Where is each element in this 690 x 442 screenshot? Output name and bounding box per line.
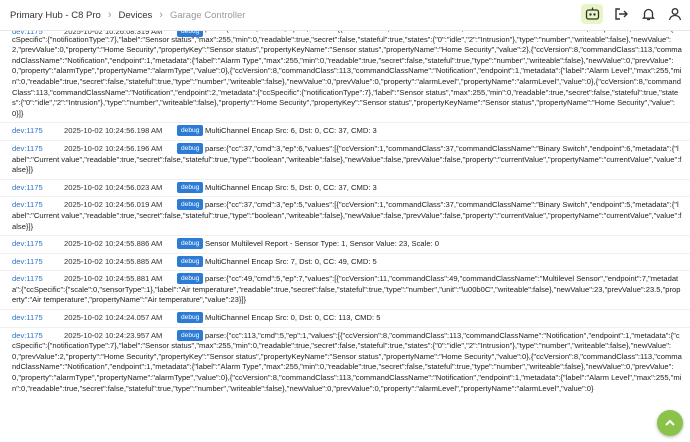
log-level-badge: debug	[177, 238, 204, 250]
log-entry: dev:1175 2025-10-02 10:24:55.885 AM debug M…	[0, 252, 690, 271]
logout-icon[interactable]	[612, 5, 630, 23]
log-entry: dev:1175 2025-10-02 10:26:08.319 AM debugp…	[0, 30, 690, 122]
log-source-link[interactable]: dev:1175	[12, 313, 43, 324]
log-entry: dev:1175 2025-10-02 10:24:23.957 AM debug p…	[0, 326, 690, 398]
log-entry: dev:1175 2025-10-02 10:24:56.198 AM debug M…	[0, 122, 690, 140]
bell-icon[interactable]	[639, 5, 657, 23]
log-timestamp: 2025-10-02 10:24:56.019 AM	[64, 200, 163, 210]
top-bar: Primary Hub - C8 Pro › Devices › Garage …	[0, 0, 690, 31]
log-level-badge: debug	[177, 142, 204, 154]
log-source-link[interactable]: dev:1175	[12, 200, 43, 211]
log-level-badge: debug	[177, 255, 204, 267]
log-source-link[interactable]: dev:1175	[12, 331, 43, 342]
log-entry: dev:1175 2025-10-02 10:24:56.023 AM debug M…	[0, 178, 690, 197]
log-source-link[interactable]: dev:1175	[12, 144, 43, 155]
log-timestamp: 2025-10-02 10:24:56.198 AM	[64, 126, 163, 136]
log-timestamp: 2025-10-02 10:24:23.957 AM	[64, 330, 163, 340]
user-icon[interactable]	[666, 5, 684, 23]
log-timestamp: 2025-10-02 10:24:56.196 AM	[64, 143, 163, 153]
chevron-right-icon: ›	[107, 9, 112, 21]
log-source-link[interactable]: dev:1175	[12, 239, 43, 250]
log-level-badge: debug	[177, 312, 204, 324]
log-level-badge: debug	[177, 181, 204, 193]
chevron-right-icon: ›	[159, 9, 163, 21]
log-source-link[interactable]: dev:1175	[12, 183, 43, 194]
chevron-up-icon	[665, 419, 675, 426]
breadcrumb-device: Garage Controller	[169, 9, 246, 21]
breadcrumb-devices[interactable]: Devices	[118, 10, 152, 21]
log-entry: dev:1175 2025-10-02 10:24:24.057 AM debug M…	[0, 309, 690, 327]
scroll-to-top-button[interactable]	[657, 410, 683, 436]
breadcrumb-hub[interactable]: Primary Hub - C8 Pro	[10, 10, 101, 21]
log-timestamp: 2025-10-02 10:26:08.319 AM	[64, 30, 163, 36]
log-entry: dev:1175 2025-10-02 10:24:55.881 AM debug p…	[0, 270, 690, 309]
log-level-badge: debug	[177, 199, 204, 211]
log-source-link[interactable]: dev:1175	[12, 257, 43, 268]
log-timestamp: 2025-10-02 10:24:55.881 AM	[64, 274, 163, 284]
log-level-badge: debug	[177, 30, 204, 37]
log-timestamp: 2025-10-02 10:24:56.023 AM	[64, 182, 163, 192]
log-timestamp: 2025-10-02 10:24:24.057 AM	[64, 313, 163, 323]
log-entry: dev:1175 2025-10-02 10:24:56.196 AM debug p…	[0, 139, 690, 179]
log-level-badge: debug	[177, 125, 204, 137]
log-source-link[interactable]: dev:1175	[12, 30, 43, 38]
log-level-badge: debug	[177, 329, 204, 341]
log-source-link[interactable]: dev:1175	[12, 126, 43, 137]
log-entry: dev:1175 2025-10-02 10:24:56.019 AM debug p…	[0, 196, 690, 235]
log-source-link[interactable]: dev:1175	[12, 274, 43, 285]
log-timestamp: 2025-10-02 10:24:55.885 AM	[64, 256, 163, 266]
log-level-badge: debug	[177, 273, 204, 285]
breadcrumb: Primary Hub - C8 Pro › Devices › Garage …	[10, 0, 245, 30]
log-entry: dev:1175 2025-10-02 10:24:55.886 AM debug S…	[0, 235, 690, 253]
log-timestamp: 2025-10-02 10:24:55.886 AM	[64, 239, 163, 249]
hub-icon[interactable]	[581, 4, 603, 24]
log-list: dev:11752025-10-02 10:26:08.319 AMdebugp…	[0, 30, 690, 442]
log-message: parse:{"cc":113,"cmd":5,"ep":1,"values":…	[12, 30, 682, 118]
